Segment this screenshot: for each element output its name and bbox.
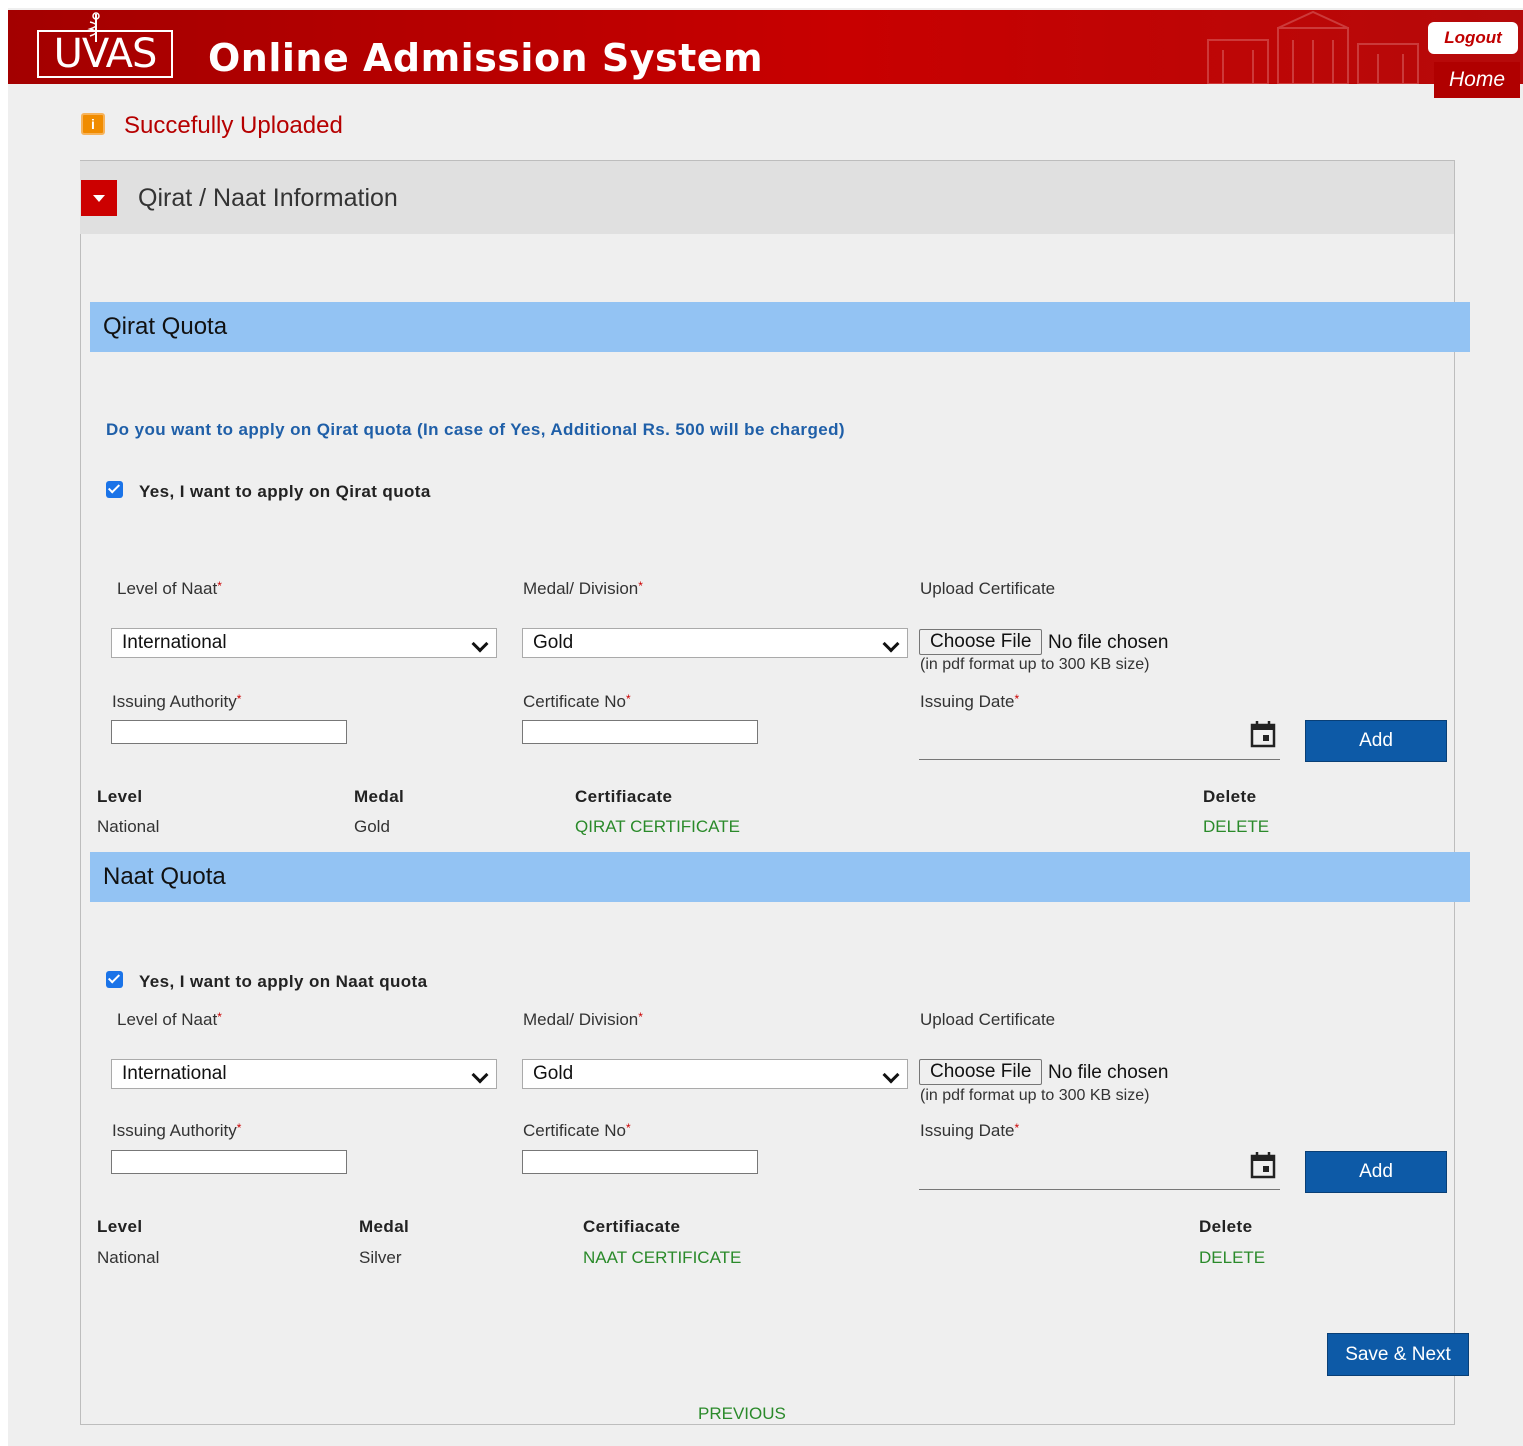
naat-section-title: Naat Quota	[103, 863, 226, 890]
qirat-choose-file-button[interactable]: Choose File	[919, 629, 1043, 655]
qirat-th-medal: Medal	[354, 787, 405, 806]
naat-th-certificate: Certifiacate	[583, 1217, 681, 1236]
chevron-down-icon	[882, 1066, 900, 1084]
panel-title: Qirat / Naat Information	[138, 184, 398, 212]
qirat-certificate-link[interactable]: QIRAT CERTIFICATE	[575, 817, 740, 837]
naat-medal-select[interactable]: Gold	[522, 1059, 908, 1089]
home-button[interactable]: Home	[1434, 62, 1520, 98]
naat-no-file-text: No file chosen	[1048, 1062, 1169, 1083]
naat-upload-label: Upload Certificate	[920, 1010, 1056, 1029]
qirat-certno-label: Certificate No*	[523, 692, 631, 711]
naat-level-value: International	[122, 1063, 227, 1084]
naat-section-header: Naat Quota	[90, 852, 1470, 902]
save-next-button[interactable]: Save & Next	[1327, 1333, 1469, 1376]
calendar-icon[interactable]	[1250, 1151, 1276, 1179]
naat-date-label: Issuing Date*	[920, 1121, 1020, 1140]
naat-medal-value: Gold	[533, 1063, 574, 1084]
info-icon: i	[81, 113, 105, 135]
qirat-section-title: Qirat Quota	[103, 313, 228, 340]
qirat-level-select[interactable]: International	[111, 628, 497, 658]
naat-certificate-link[interactable]: NAAT CERTIFICATE	[583, 1248, 741, 1268]
naat-certno-label: Certificate No*	[523, 1121, 631, 1140]
qirat-date-underline	[919, 759, 1280, 760]
naat-th-level: Level	[97, 1217, 143, 1236]
qirat-th-delete: Delete	[1203, 787, 1257, 806]
naat-level-select[interactable]: International	[111, 1059, 497, 1089]
qirat-checkbox[interactable]	[106, 481, 123, 498]
qirat-row-level: National	[97, 817, 160, 836]
caduceus-icon	[87, 12, 100, 42]
qirat-level-label: Level of Naat*	[117, 579, 222, 598]
qirat-file-hint: (in pdf format up to 300 KB size)	[920, 656, 1150, 673]
naat-row-medal: Silver	[359, 1248, 402, 1267]
qirat-no-file-text: No file chosen	[1048, 632, 1169, 653]
qirat-authority-label: Issuing Authority*	[112, 692, 242, 711]
qirat-delete-link[interactable]: DELETE	[1203, 817, 1269, 837]
naat-th-medal: Medal	[359, 1217, 410, 1236]
naat-checkbox[interactable]	[106, 971, 123, 988]
naat-certno-input[interactable]	[522, 1150, 758, 1174]
naat-authority-input[interactable]	[111, 1150, 347, 1174]
qirat-certno-input[interactable]	[522, 720, 758, 744]
qirat-medal-select[interactable]: Gold	[522, 628, 908, 658]
qirat-checkbox-label[interactable]: Yes, I want to apply on Qirat quota	[139, 482, 431, 502]
building-illustration	[1207, 10, 1419, 84]
qirat-medal-value: Gold	[533, 632, 574, 653]
logout-button[interactable]: Logout	[1428, 22, 1518, 54]
qirat-section-header: Qirat Quota	[90, 302, 1470, 352]
chevron-down-icon	[882, 635, 900, 653]
qirat-add-button[interactable]: Add	[1305, 720, 1447, 762]
naat-add-button[interactable]: Add	[1305, 1151, 1447, 1193]
calendar-icon[interactable]	[1250, 720, 1276, 748]
app-title: Online Admission System	[208, 36, 764, 80]
naat-file-hint: (in pdf format up to 300 KB size)	[920, 1087, 1150, 1104]
naat-checkbox-label[interactable]: Yes, I want to apply on Naat quota	[139, 972, 427, 992]
chevron-down-icon	[471, 635, 489, 653]
qirat-row-medal: Gold	[354, 817, 390, 836]
qirat-upload-label: Upload Certificate	[920, 579, 1056, 598]
naat-th-delete: Delete	[1199, 1217, 1253, 1236]
qirat-date-label: Issuing Date*	[920, 692, 1020, 711]
qirat-th-certificate: Certifiacate	[575, 787, 673, 806]
naat-date-underline	[919, 1189, 1280, 1190]
naat-level-label: Level of Naat*	[117, 1010, 222, 1029]
naat-delete-link[interactable]: DELETE	[1199, 1248, 1265, 1268]
qirat-level-value: International	[122, 632, 227, 653]
naat-authority-label: Issuing Authority*	[112, 1121, 242, 1140]
chevron-down-icon	[471, 1066, 489, 1084]
caret-down-icon[interactable]	[81, 180, 117, 216]
naat-choose-file-button[interactable]: Choose File	[919, 1059, 1043, 1085]
naat-date-input[interactable]	[919, 1156, 1239, 1184]
qirat-th-level: Level	[97, 787, 143, 806]
previous-link[interactable]: PREVIOUS	[698, 1404, 786, 1424]
upload-success-message: Succefully Uploaded	[124, 112, 343, 139]
naat-medal-label: Medal/ Division*	[523, 1010, 643, 1029]
header-banner: UVAS Online Admission System	[8, 10, 1523, 84]
qirat-question: Do you want to apply on Qirat quota (In …	[106, 420, 845, 439]
naat-row-level: National	[97, 1248, 160, 1267]
qirat-date-input[interactable]	[919, 726, 1239, 754]
qirat-medal-label: Medal/ Division*	[523, 579, 643, 598]
qirat-authority-input[interactable]	[111, 720, 347, 744]
